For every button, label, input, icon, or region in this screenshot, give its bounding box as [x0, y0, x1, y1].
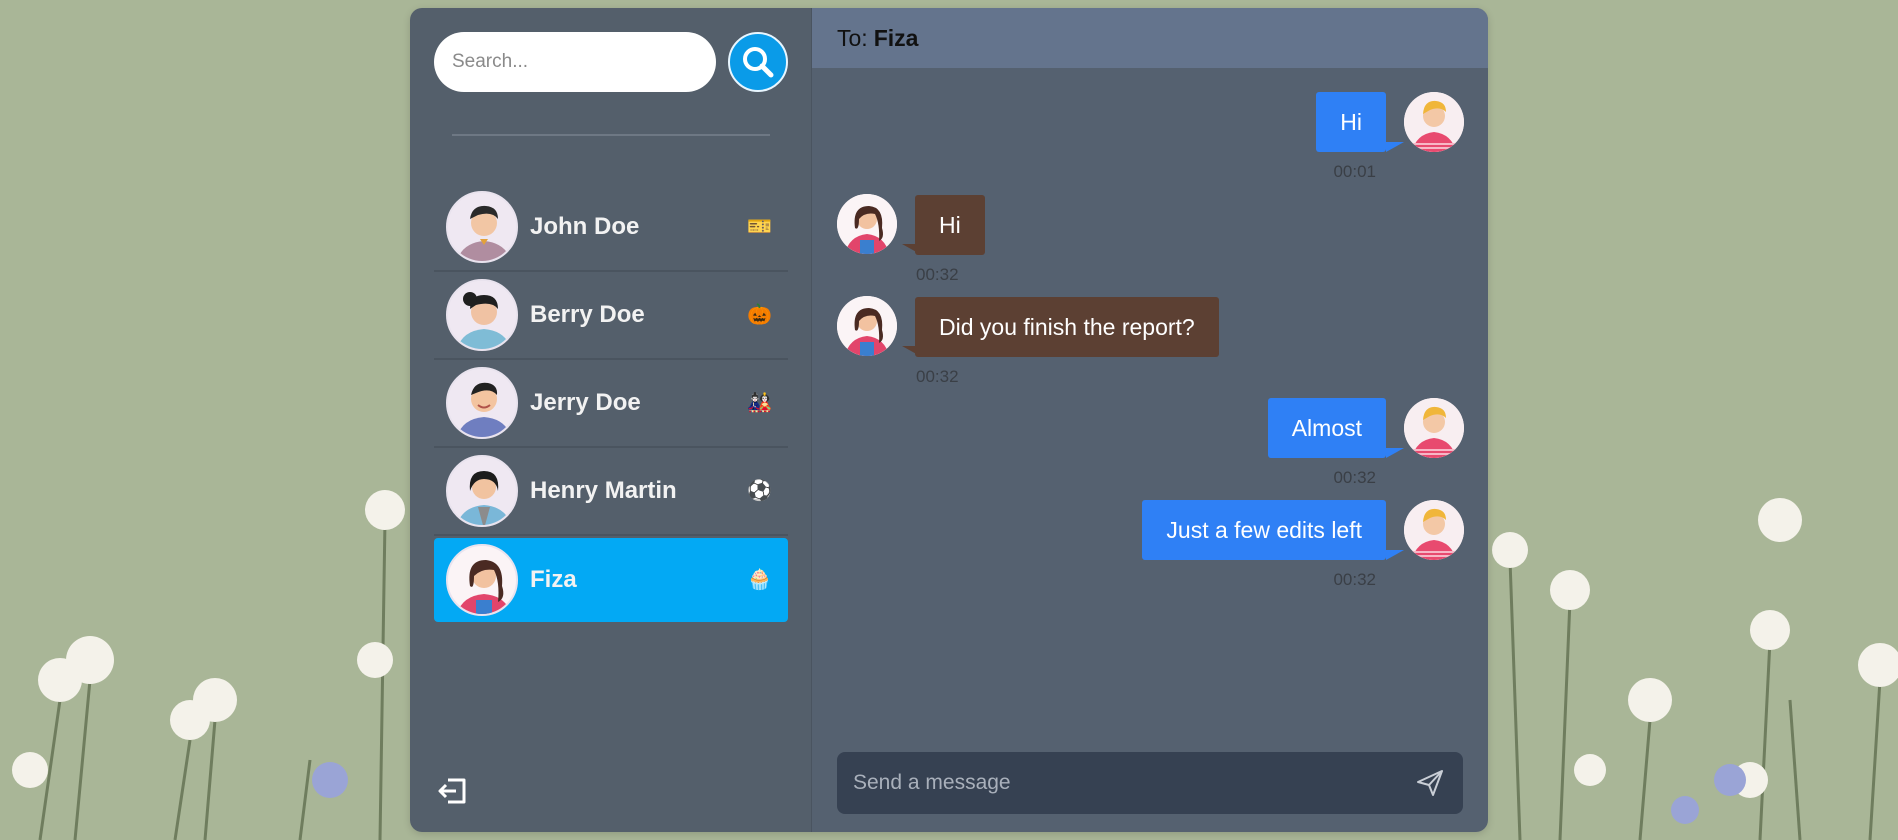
message-text: Hi: [1340, 108, 1362, 135]
message-text: Almost: [1291, 414, 1362, 441]
to-label: To:: [837, 24, 868, 51]
search-button[interactable]: [728, 32, 788, 92]
contact-name: Jerry Doe: [530, 389, 641, 416]
avatar: [1404, 398, 1464, 458]
contact-item-john-doe[interactable]: John Doe 🎫: [434, 184, 788, 272]
avatar: [446, 544, 518, 616]
soccer-ball-icon: ⚽: [747, 480, 772, 502]
search-bar: [434, 32, 788, 92]
message-bubble: Hi: [1316, 92, 1386, 152]
avatar: [1404, 500, 1464, 560]
chat-app-window: John Doe 🎫 Berry Doe 🎃: [410, 8, 1488, 832]
message-time: 00:32: [916, 265, 959, 284]
contact-name: John Doe: [530, 213, 640, 240]
message-bubble: Did you finish the report?: [915, 297, 1219, 357]
message-text: Hi: [939, 211, 961, 238]
message-composer: [837, 751, 1463, 815]
message-time: 00:32: [1333, 468, 1376, 487]
ticket-icon: 🎫: [747, 216, 772, 238]
message-time: 00:01: [1333, 162, 1376, 181]
avatar: [446, 191, 518, 263]
send-icon: [1417, 770, 1443, 796]
chat-panel: To: Fiza Hi 00:01 Hi 00:32 Did you finis…: [812, 8, 1488, 832]
avatar: [446, 279, 518, 351]
contact-item-berry-doe[interactable]: Berry Doe 🎃: [434, 272, 788, 360]
bubble-tail: [1386, 142, 1404, 152]
recipient-name: Fiza: [873, 24, 919, 51]
contacts-sidebar: John Doe 🎫 Berry Doe 🎃: [410, 8, 812, 832]
avatar: [446, 367, 518, 439]
pumpkin-icon: 🎃: [747, 304, 772, 326]
message-text: Did you finish the report?: [939, 313, 1195, 340]
send-button[interactable]: [1415, 768, 1445, 798]
message-bubble: Hi: [915, 195, 985, 255]
avatar: [837, 296, 897, 356]
sidebar-divider: [452, 134, 770, 136]
contact-name: Berry Doe: [530, 301, 645, 328]
cupcake-icon: 🧁: [747, 569, 772, 591]
avatar: [446, 455, 518, 527]
logout-button[interactable]: [436, 774, 470, 808]
avatar: [837, 194, 897, 254]
bubble-tail: [1386, 550, 1404, 560]
message-time: 00:32: [916, 367, 959, 386]
avatar: [1404, 92, 1464, 152]
contact-name: Henry Martin: [530, 477, 677, 504]
search-icon: [743, 47, 774, 78]
bubble-tail: [1386, 448, 1404, 458]
contact-list: John Doe 🎫 Berry Doe 🎃 Jerry Doe 🎎 Henry…: [434, 184, 788, 622]
logout-icon: [438, 778, 466, 804]
dolls-icon: 🎎: [747, 392, 772, 414]
search-input[interactable]: [434, 32, 716, 92]
contact-item-jerry-doe[interactable]: Jerry Doe 🎎: [434, 360, 788, 448]
contact-item-henry-martin[interactable]: Henry Martin ⚽: [434, 448, 788, 536]
contact-name: Fiza: [530, 566, 577, 593]
message-text: Just a few edits left: [1166, 516, 1362, 543]
message-bubble: Almost: [1267, 398, 1386, 458]
message-time: 00:32: [1333, 570, 1376, 589]
chat-header: To: Fiza: [812, 8, 1488, 68]
message-bubble: Just a few edits left: [1142, 500, 1386, 560]
message-list: Hi 00:01 Hi 00:32 Did you finish the rep…: [812, 68, 1488, 732]
message-input[interactable]: [837, 751, 1415, 815]
contact-item-fiza[interactable]: Fiza 🧁: [434, 538, 788, 622]
